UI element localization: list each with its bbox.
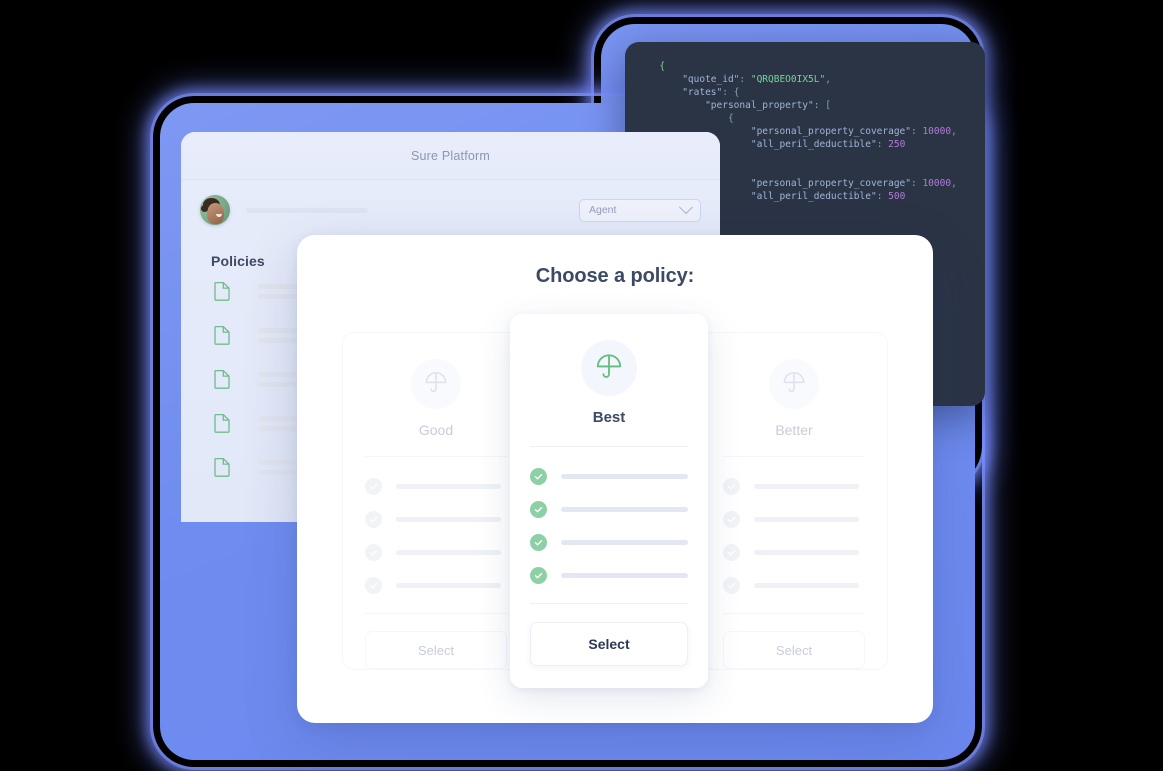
platform-titlebar: Sure Platform xyxy=(181,132,720,180)
check-icon xyxy=(365,511,382,528)
choose-policy-modal: Choose a policy: Good Select Best Select Bet… xyxy=(297,235,933,723)
select-button-good[interactable]: Select xyxy=(365,631,507,669)
feature-list xyxy=(723,470,865,602)
document-icon xyxy=(214,413,230,433)
modal-title: Choose a policy: xyxy=(535,265,695,287)
platform-title: Sure Platform xyxy=(410,148,491,163)
document-icon xyxy=(214,369,230,389)
feature-row xyxy=(530,460,688,493)
feature-placeholder xyxy=(396,550,501,555)
policy-tier-label: Good xyxy=(418,422,454,438)
feature-placeholder xyxy=(396,583,501,588)
document-icon xyxy=(214,325,230,345)
user-name-placeholder xyxy=(246,207,368,213)
card-divider-top xyxy=(723,456,865,457)
card-divider-bottom xyxy=(365,613,507,614)
check-icon xyxy=(723,577,740,594)
composition-stage: { "quote_id": "QRQBEO0IX5L", "rates": { … xyxy=(0,0,1163,771)
umbrella-icon xyxy=(782,370,806,399)
check-icon xyxy=(723,478,740,495)
json-code-line: "rates": { xyxy=(682,87,740,98)
feature-row xyxy=(530,526,688,559)
card-divider-bottom xyxy=(723,613,865,614)
feature-list xyxy=(530,460,688,592)
check-icon xyxy=(723,544,740,561)
umbrella-icon xyxy=(595,352,623,385)
feature-row xyxy=(365,569,507,602)
feature-row xyxy=(723,569,865,602)
feature-row xyxy=(530,559,688,592)
feature-placeholder xyxy=(754,484,859,489)
chevron-down-icon xyxy=(678,200,694,215)
feature-row xyxy=(365,470,507,503)
select-button-better[interactable]: Select xyxy=(723,631,865,669)
role-select-value: Agent xyxy=(589,204,617,216)
check-icon xyxy=(365,544,382,561)
card-divider-top xyxy=(365,456,507,457)
policy-card-better[interactable]: Better Select xyxy=(700,332,888,670)
feature-row xyxy=(365,536,507,569)
feature-placeholder xyxy=(396,484,501,489)
avatar[interactable] xyxy=(200,195,230,225)
policy-tier-label: Best xyxy=(592,409,626,426)
umbrella-icon xyxy=(424,370,448,399)
policy-card-best[interactable]: Best Select xyxy=(510,314,708,688)
check-icon xyxy=(530,567,547,584)
feature-placeholder xyxy=(561,573,688,578)
check-icon xyxy=(530,501,547,518)
check-icon xyxy=(530,468,547,485)
check-icon xyxy=(530,534,547,551)
json-code-line: { xyxy=(727,113,734,124)
role-select[interactable]: Agent xyxy=(579,198,701,222)
policy-card-good[interactable]: Good Select xyxy=(342,332,530,670)
feature-list xyxy=(365,470,507,602)
feature-row xyxy=(723,536,865,569)
umbrella-icon-wrap xyxy=(581,340,637,396)
json-code-line: { xyxy=(659,61,666,72)
check-icon xyxy=(365,577,382,594)
feature-placeholder xyxy=(561,507,688,512)
feature-row xyxy=(723,470,865,503)
avatar-bun xyxy=(201,205,208,212)
platform-user-row: Agent xyxy=(181,180,720,240)
policy-tier-label: Better xyxy=(775,422,813,438)
feature-placeholder xyxy=(754,550,859,555)
feature-placeholder xyxy=(561,540,688,545)
feature-row xyxy=(723,503,865,536)
umbrella-icon-wrap xyxy=(411,359,461,409)
document-icon xyxy=(214,457,230,477)
select-button-best[interactable]: Select xyxy=(530,622,688,666)
feature-placeholder xyxy=(561,474,688,479)
feature-placeholder xyxy=(396,517,501,522)
document-icon xyxy=(214,281,230,301)
check-icon xyxy=(723,511,740,528)
json-code-line: "personal_property": [ xyxy=(705,100,831,111)
umbrella-icon-wrap xyxy=(769,359,819,409)
feature-placeholder xyxy=(754,583,859,588)
json-code-line: "quote_id": "QRQBEO0IX5L", xyxy=(682,74,831,85)
feature-row xyxy=(530,493,688,526)
check-icon xyxy=(365,478,382,495)
card-divider-bottom xyxy=(530,603,688,604)
card-divider-top xyxy=(530,446,688,447)
feature-placeholder xyxy=(754,517,859,522)
feature-row xyxy=(365,503,507,536)
